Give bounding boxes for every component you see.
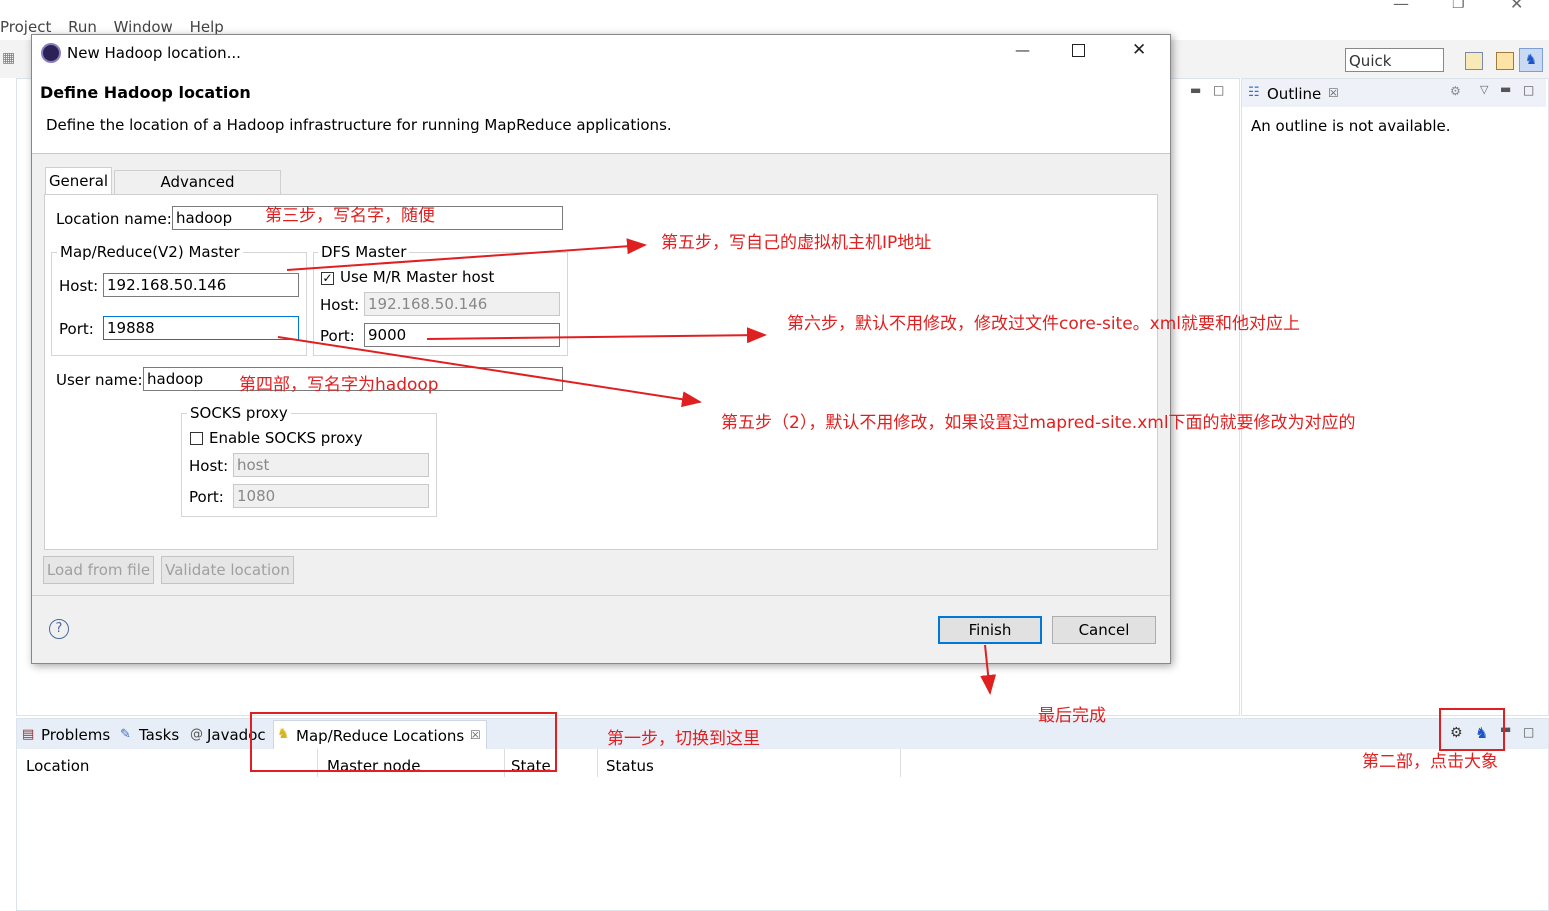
arrow-step6 (426, 327, 767, 344)
annotation-step3: 第三步，写名字，随便 (265, 206, 435, 226)
arrow-step5 (286, 238, 647, 271)
annotation-step5: 第五步，写自己的虚拟机主机IP地址 (661, 233, 932, 253)
highlight-elephant-button (1439, 708, 1505, 751)
annotation-step1: 第一步，切换到这里 (607, 729, 760, 749)
annotation-step6: 第六步，默认不用修改，修改过文件core-site。xml就要和他对应上 (787, 314, 1301, 334)
annotation-step2: 第二部，点击大象 (1362, 752, 1498, 772)
annotation-step5b: 第五步（2），默认不用修改，如果设置过mapred-site.xml下面的就要修… (721, 413, 1356, 433)
annotation-finish: 最后完成 (1038, 706, 1106, 726)
highlight-mapreduce-tab (250, 712, 557, 772)
annotation-step4: 第四部，写名字为hadoop (239, 375, 439, 395)
arrow-finish (980, 644, 997, 695)
annotation-arrows (277, 238, 997, 695)
